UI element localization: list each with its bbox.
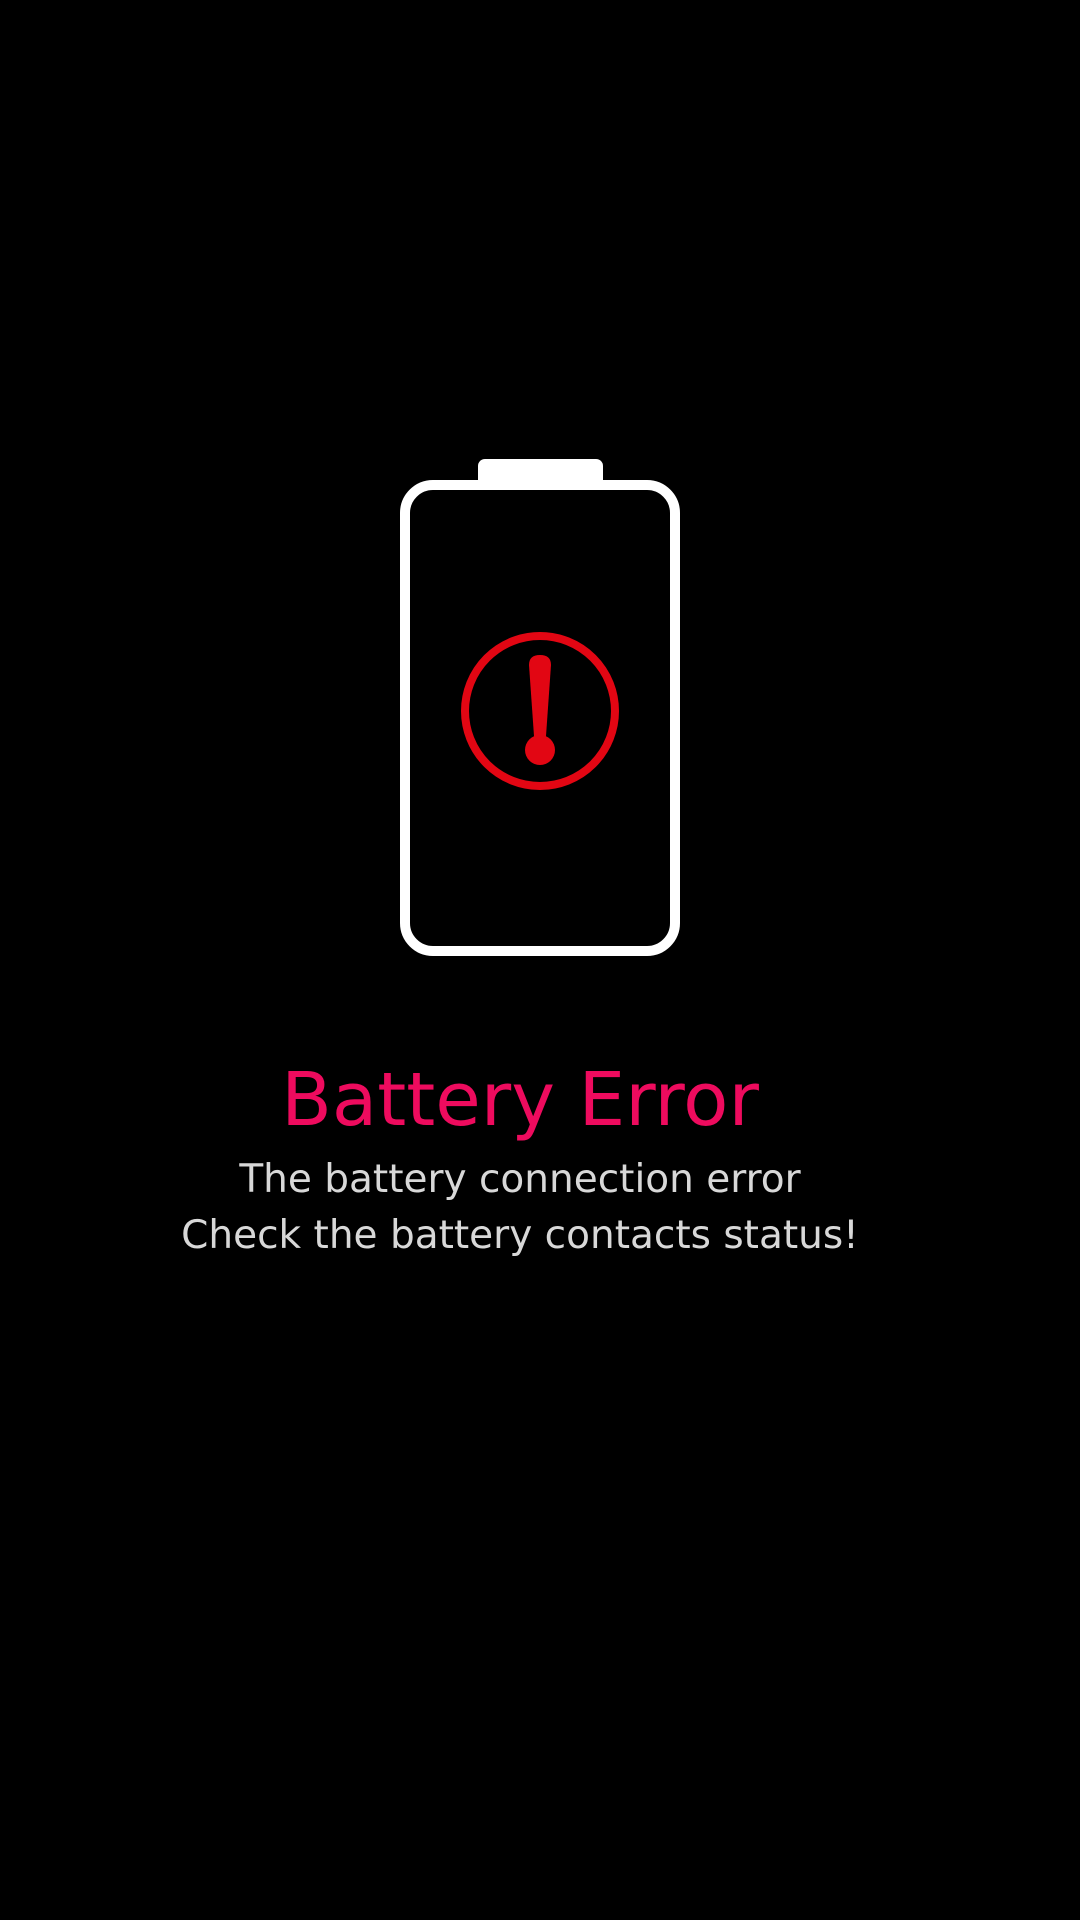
battery-outline-icon [400,459,680,956]
error-message-line-2: Check the battery contacts status! [181,1213,859,1258]
battery-terminal [478,459,603,487]
battery-error-screen: Battery Error The battery connection err… [0,0,1080,1920]
error-message: The battery connection error Check the b… [0,1152,1040,1264]
error-message-line-1: The battery connection error [239,1157,801,1202]
battery-body [400,480,680,956]
error-title: Battery Error [281,1057,759,1143]
exclamation-circle-icon [461,632,619,790]
